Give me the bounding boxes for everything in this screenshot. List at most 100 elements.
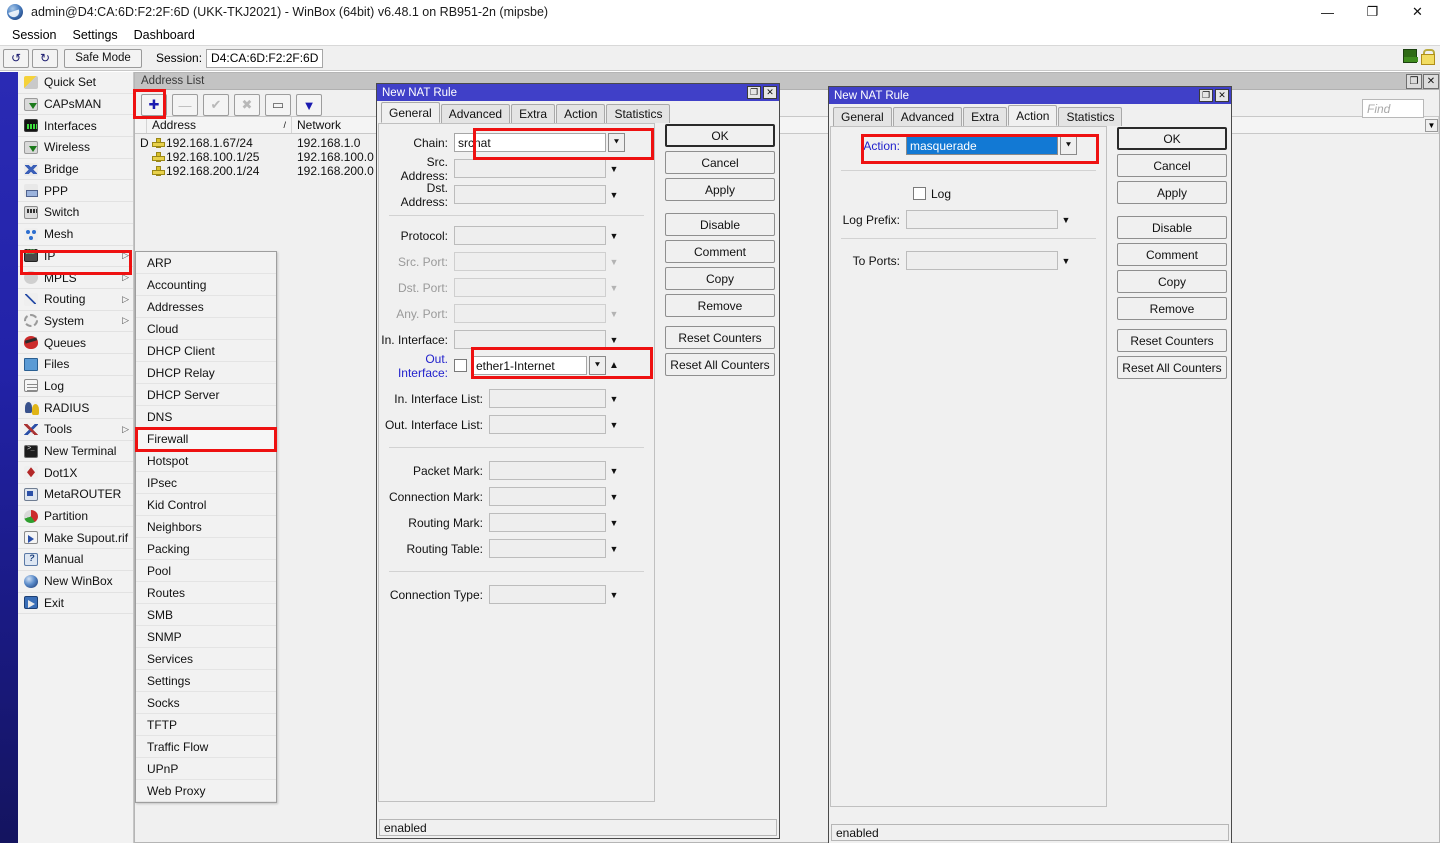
comment-button[interactable]: Comment [665,240,775,263]
chain-input[interactable]: srcnat [454,133,606,152]
submenu-item-firewall[interactable]: Firewall [136,428,276,450]
submenu-item-cloud[interactable]: Cloud [136,318,276,340]
tab-advanced[interactable]: Advanced [892,107,963,126]
restore-icon[interactable]: ❐ [1350,0,1395,24]
sidebar-item-quick-set[interactable]: Quick Set [18,72,133,94]
sidebar-item-interfaces[interactable]: Interfaces [18,115,133,138]
action-dropdown-icon[interactable]: ⯆ [1060,136,1077,155]
sidebar-item-radius[interactable]: RADIUS [18,397,133,419]
connection-type-chevron-down-icon[interactable]: ▼ [606,590,622,600]
submenu-item-snmp[interactable]: SNMP [136,626,276,648]
sidebar-item-mpls[interactable]: MPLS ▷ [18,267,133,289]
menu-dashboard[interactable]: Dashboard [126,26,203,44]
log-prefix-chevron-down-icon[interactable]: ▼ [1058,215,1074,225]
disable-address-button[interactable]: ✖ [234,94,260,116]
submenu-item-neighbors[interactable]: Neighbors [136,516,276,538]
disable-button[interactable]: Disable [1117,216,1227,239]
ok-button[interactable]: OK [665,124,775,147]
out-interface-list-input[interactable] [489,415,606,434]
redo-button[interactable]: ↻ [32,48,58,68]
packet-mark-chevron-down-icon[interactable]: ▼ [606,466,622,476]
cancel-button[interactable]: Cancel [1117,154,1227,177]
packet-mark-input[interactable] [489,461,606,480]
remove-button[interactable]: Remove [1117,297,1227,320]
ok-button[interactable]: OK [1117,127,1227,150]
in-interface-input[interactable] [454,330,606,349]
remove-button[interactable]: Remove [665,294,775,317]
reset-counters-button[interactable]: Reset Counters [1117,329,1227,352]
sidebar-item-bridge[interactable]: Bridge [18,159,133,181]
routing-mark-input[interactable] [489,513,606,532]
table-row[interactable]: D 192.168.1.67/24 192.168.1.0 [135,136,1439,150]
log-checkbox[interactable] [913,187,926,200]
sidebar-item-capsman[interactable]: CAPsMAN [18,94,133,116]
out-interface-input[interactable]: ether1-Internet [472,356,587,375]
routing-table-input[interactable] [489,539,606,558]
chain-dropdown-icon[interactable]: ⯆ [608,133,625,152]
address-column-header[interactable]: Address / [147,117,292,133]
submenu-item-dhcp-server[interactable]: DHCP Server [136,384,276,406]
connection-type-input[interactable] [489,585,606,604]
filter-icon[interactable]: ▼ [296,94,322,116]
sidebar-item-new-terminal[interactable]: New Terminal [18,441,133,463]
menu-settings[interactable]: Settings [64,26,125,44]
minimize-icon[interactable]: — [1305,0,1350,24]
reset-all-counters-button[interactable]: Reset All Counters [665,353,775,376]
in-interface-list-chevron-down-icon[interactable]: ▼ [606,394,622,404]
to-ports-input[interactable] [906,251,1058,270]
tab-statistics[interactable]: Statistics [1058,107,1123,126]
tab-extra[interactable]: Extra [511,104,556,123]
connection-mark-chevron-down-icon[interactable]: ▼ [606,492,622,502]
sidebar-item-wireless[interactable]: Wireless [18,137,133,159]
src-address-input[interactable] [454,159,606,178]
submenu-item-ipsec[interactable]: IPsec [136,472,276,494]
copy-button[interactable]: Copy [665,267,775,290]
menu-session[interactable]: Session [4,26,64,44]
sidebar-item-exit[interactable]: Exit [18,593,133,615]
action-input[interactable]: masquerade [906,136,1058,155]
protocol-input[interactable] [454,226,606,245]
to-ports-chevron-down-icon[interactable]: ▼ [1058,256,1074,266]
disable-button[interactable]: Disable [665,213,775,236]
dst-address-input[interactable] [454,185,606,204]
cancel-button[interactable]: Cancel [665,151,775,174]
sidebar-item-metarouter[interactable]: MetaROUTER [18,484,133,506]
submenu-item-traffic-flow[interactable]: Traffic Flow [136,736,276,758]
enable-address-button[interactable]: ✔ [203,94,229,116]
submenu-item-socks[interactable]: Socks [136,692,276,714]
sidebar-item-new-winbox[interactable]: New WinBox [18,571,133,593]
out-interface-list-chevron-down-icon[interactable]: ▼ [606,420,622,430]
sidebar-item-dot1x[interactable]: Dot1X [18,462,133,485]
safe-mode-button[interactable]: Safe Mode [64,48,142,68]
apply-button[interactable]: Apply [665,178,775,201]
out-interface-dropdown-icon[interactable]: ⯆ [589,356,606,375]
routing-table-chevron-down-icon[interactable]: ▼ [606,544,622,554]
submenu-item-settings[interactable]: Settings [136,670,276,692]
any-port-input[interactable] [454,304,606,323]
src-address-chevron-down-icon[interactable]: ▼ [606,164,622,174]
sidebar-item-log[interactable]: Log [18,376,133,398]
submenu-item-dhcp-client[interactable]: DHCP Client [136,340,276,362]
submenu-item-dns[interactable]: DNS [136,406,276,428]
sidebar-item-queues[interactable]: Queues [18,332,133,354]
protocol-chevron-down-icon[interactable]: ▼ [606,231,622,241]
submenu-item-kid-control[interactable]: Kid Control [136,494,276,516]
table-row[interactable]: 192.168.100.1/25 192.168.100.0 [135,150,1439,164]
submenu-item-hotspot[interactable]: Hotspot [136,450,276,472]
submenu-item-smb[interactable]: SMB [136,604,276,626]
nat-general-restore-icon[interactable]: ❐ [747,86,761,99]
add-address-button[interactable]: ✚ [141,94,167,116]
out-interface-chevron-up-icon[interactable]: ▲ [606,360,622,371]
submenu-item-pool[interactable]: Pool [136,560,276,582]
submenu-item-dhcp-relay[interactable]: DHCP Relay [136,362,276,384]
nat-general-close-icon[interactable]: ✕ [763,86,777,99]
log-prefix-input[interactable] [906,210,1058,229]
in-interface-list-input[interactable] [489,389,606,408]
address-list-scroll-up[interactable]: ▼ [1425,119,1438,132]
reset-all-counters-button[interactable]: Reset All Counters [1117,356,1227,379]
tab-statistics[interactable]: Statistics [606,104,671,123]
nat-action-restore-icon[interactable]: ❐ [1199,89,1213,102]
sidebar-item-make-supout[interactable]: Make Supout.rif [18,527,133,550]
apply-button[interactable]: Apply [1117,181,1227,204]
tab-advanced[interactable]: Advanced [440,104,511,123]
